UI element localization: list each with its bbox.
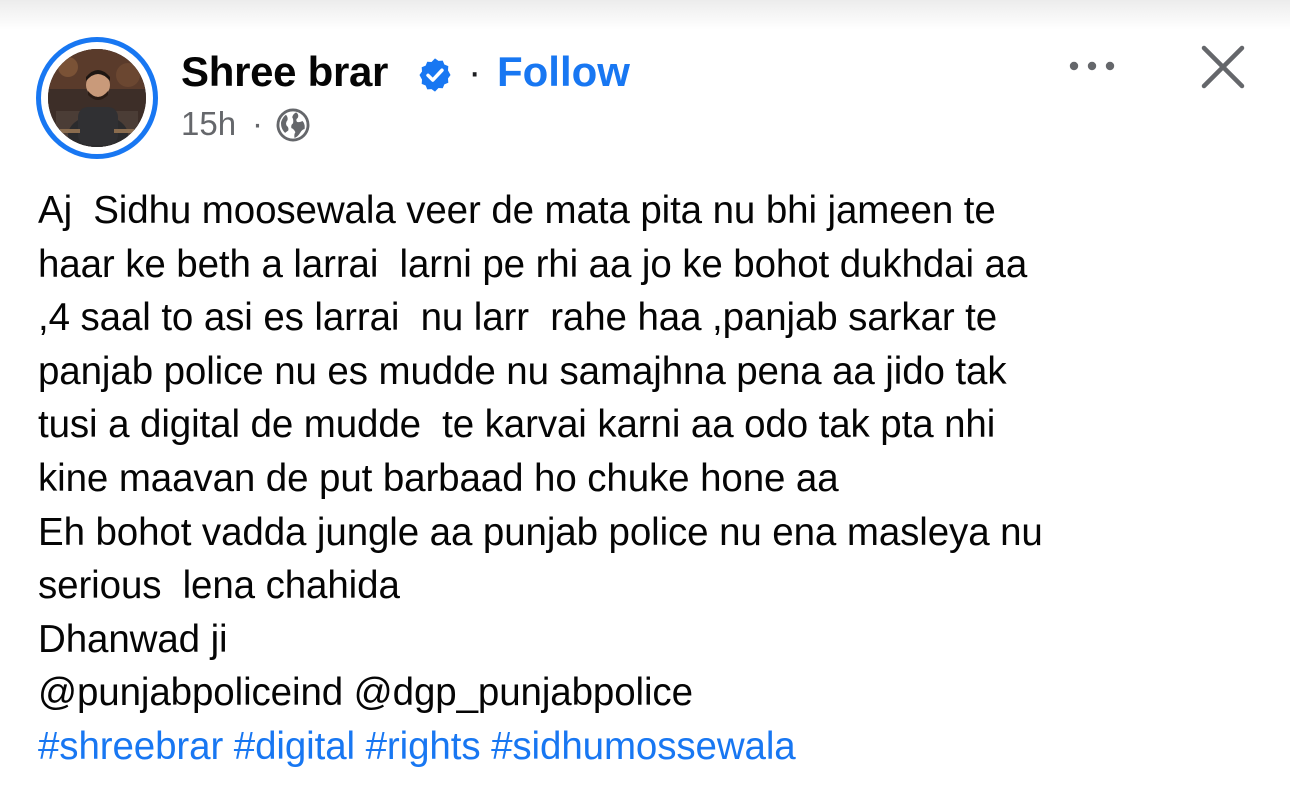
post-header: Shree brar · Follow 15h · xyxy=(0,0,1290,170)
more-horizontal-icon[interactable] xyxy=(1064,50,1120,82)
post-text-line: panjab police nu es mudde nu samajhna pe… xyxy=(38,349,1007,393)
close-icon[interactable] xyxy=(1198,42,1248,92)
meta-separator: · xyxy=(252,105,263,142)
globe-icon[interactable] xyxy=(274,106,312,144)
follow-button[interactable]: Follow xyxy=(497,48,630,96)
post-text-line: serious lena chahida xyxy=(38,564,400,608)
post-text-line: haar ke beth a larrai larni pe rhi aa jo… xyxy=(38,242,1028,286)
post-text-line: Eh bohot vadda jungle aa punjab police n… xyxy=(38,510,1043,554)
post-text-line: ,4 saal to asi es larrai nu larr rahe ha… xyxy=(38,296,998,340)
header-separator: · xyxy=(468,50,482,94)
hashtag-link[interactable]: #sidhumossewala xyxy=(491,725,796,768)
mentions-line: @punjabpoliceind @dgp_punjabpolice xyxy=(38,671,693,715)
profile-photo-icon xyxy=(48,49,146,147)
post-timestamp[interactable]: 15h xyxy=(181,105,236,143)
hashtags-line: #shreebrar #digital #rights #sidhumossew… xyxy=(38,720,1268,774)
avatar[interactable] xyxy=(48,49,146,147)
verified-badge-icon xyxy=(419,58,451,92)
author-name[interactable]: Shree brar xyxy=(181,48,388,96)
hashtag-link[interactable]: #shreebrar xyxy=(38,725,223,768)
post-text-line: tusi a digital de mudde te karvai karni … xyxy=(38,403,996,447)
avatar-story-ring[interactable] xyxy=(36,37,158,159)
post-text-line: Dhanwad ji xyxy=(38,617,228,661)
post-text-line: Aj Sidhu moosewala veer de mata pita nu … xyxy=(38,189,996,232)
hashtag-link[interactable]: #rights xyxy=(366,725,481,768)
post-text-line: kine maavan de put barbaad ho chuke hone… xyxy=(38,456,839,500)
hashtag-link[interactable]: #digital xyxy=(234,725,355,768)
post-text: Aj Sidhu moosewala veer de mata pita nu … xyxy=(38,184,1268,774)
